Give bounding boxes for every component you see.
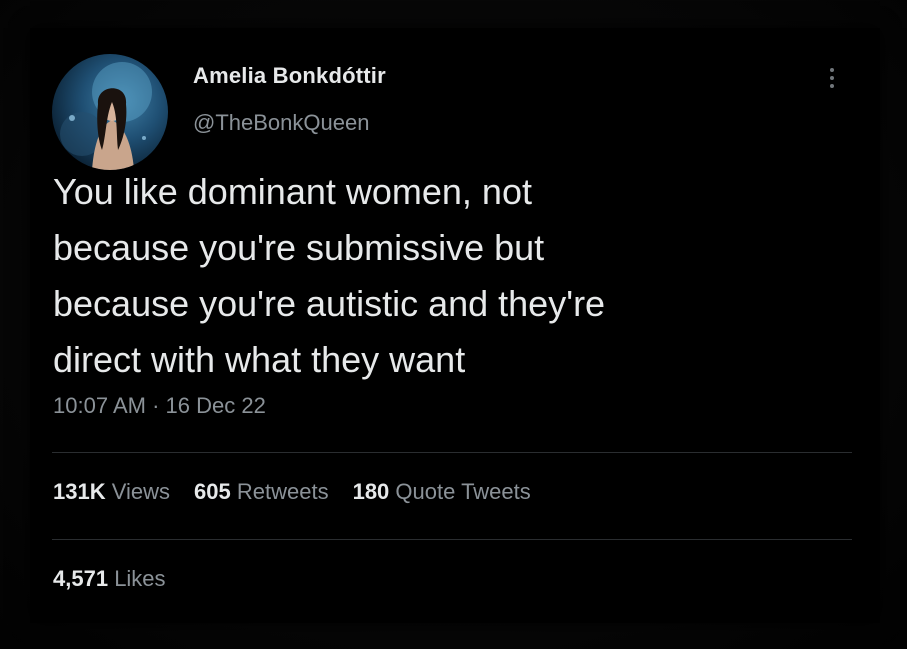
retweets-stat[interactable]: 605 Retweets — [194, 479, 329, 505]
timestamp[interactable]: 10:07 AM · 16 Dec 22 — [53, 393, 266, 419]
views-count: 131K — [53, 479, 106, 504]
more-options-icon[interactable] — [822, 64, 842, 92]
engagement-stats: 131K Views 605 Retweets 180 Quote Tweets — [53, 479, 531, 505]
divider — [52, 452, 852, 453]
tweet-time: 10:07 AM — [53, 393, 146, 418]
more-dot — [830, 84, 834, 88]
views-label: Views — [111, 479, 171, 504]
quote-tweets-count: 180 — [352, 479, 390, 504]
tweet-text: You like dominant women, not because you… — [53, 164, 833, 388]
views-stat[interactable]: 131K Views — [53, 479, 170, 505]
quote-tweets-label: Quote Tweets — [395, 479, 531, 504]
screenshot-frame: Amelia Bonkdóttir @TheBonkQueen You like… — [0, 0, 907, 649]
more-dot — [830, 76, 834, 80]
tweet-text-line: because you're autistic and they're — [53, 283, 606, 324]
tweet-text-line: You like dominant women, not — [53, 171, 532, 212]
more-dot — [830, 68, 834, 72]
retweets-label: Retweets — [236, 479, 329, 504]
tweet-date: 16 Dec 22 — [165, 393, 266, 418]
user-handle[interactable]: @TheBonkQueen — [193, 110, 369, 136]
retweets-count: 605 — [194, 479, 231, 504]
likes-label: Likes — [114, 566, 166, 591]
avatar-image — [60, 62, 152, 170]
timestamp-separator: · — [152, 393, 160, 418]
avatar[interactable] — [52, 54, 168, 170]
tweet-text-line: because you're submissive but — [53, 227, 545, 268]
divider — [52, 539, 852, 540]
likes-stat[interactable]: 4,571 Likes — [53, 566, 166, 592]
tweet-text-line: direct with what they want — [53, 339, 466, 380]
display-name[interactable]: Amelia Bonkdóttir — [193, 63, 386, 89]
quote-tweets-stat[interactable]: 180 Quote Tweets — [353, 479, 531, 505]
likes-count: 4,571 — [53, 566, 109, 591]
